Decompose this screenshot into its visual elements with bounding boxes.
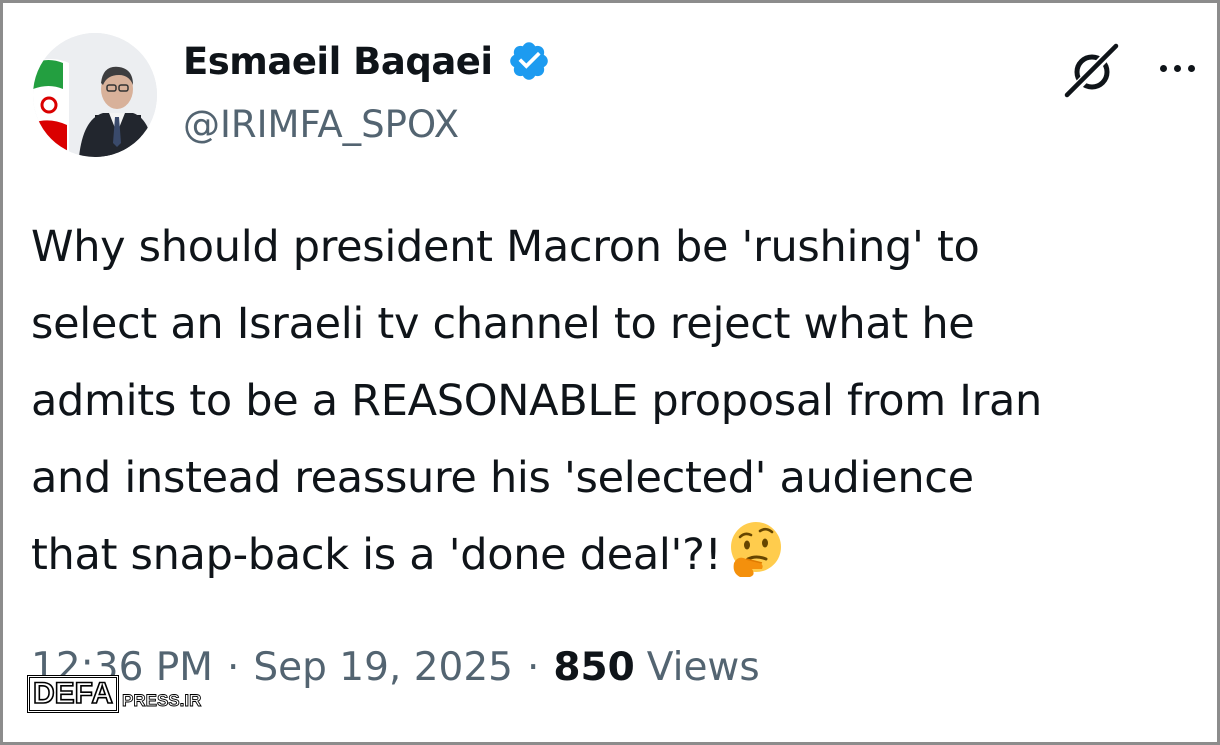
avatar-image — [33, 33, 157, 157]
watermark-logo: DEFA — [27, 675, 120, 713]
tweet-line-last: that snap-back is a 'done deal'?! — [31, 517, 1206, 594]
views-label: Views — [646, 645, 760, 690]
author-name-row[interactable]: Esmaeil Baqaei — [183, 39, 551, 83]
dot-icon — [1173, 64, 1181, 72]
author-handle[interactable]: @IRIMFA_SPOX — [183, 103, 459, 146]
dot-icon — [1187, 64, 1195, 72]
author-display-name[interactable]: Esmaeil Baqaei — [183, 40, 493, 83]
more-options-icon[interactable] — [1149, 43, 1205, 93]
views-count: 850 — [553, 645, 635, 690]
verified-badge-icon — [509, 42, 548, 80]
tweet-line: Why should president Macron be 'rushing'… — [31, 222, 980, 272]
tweet-line: select an Israeli tv channel to reject w… — [31, 299, 975, 349]
tweet-text: Why should president Macron be 'rushing'… — [31, 209, 1206, 594]
tweet-card: Esmaeil Baqaei @IRIMFA_SPOX Why should p… — [0, 0, 1220, 745]
meta-separator: · — [526, 645, 540, 690]
grok-icon[interactable] — [1061, 39, 1123, 101]
watermark: DEFA PRESS.IR — [27, 675, 202, 713]
dot-icon — [1159, 64, 1167, 72]
thinking-face-icon — [730, 522, 781, 577]
tweet-line: that snap-back is a 'done deal'?! — [31, 530, 722, 580]
watermark-domain: PRESS.IR — [122, 691, 202, 711]
tweet-date[interactable]: Sep 19, 2025 — [253, 645, 513, 690]
avatar[interactable] — [33, 33, 157, 157]
meta-separator: · — [226, 645, 240, 690]
tweet-line: admits to be a REASONABLE proposal from … — [31, 376, 1042, 426]
tweet-line: and instead reassure his 'selected' audi… — [31, 453, 974, 503]
